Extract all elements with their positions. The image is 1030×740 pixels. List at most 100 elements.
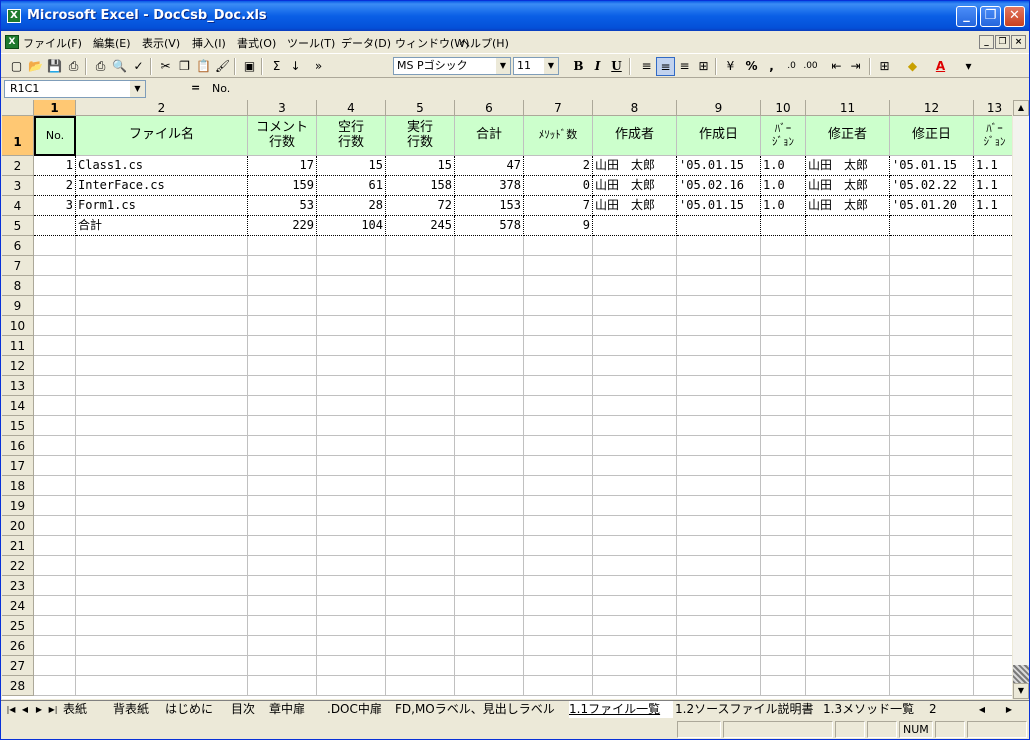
table-cell[interactable]: '05.02.16 [677,176,761,196]
table-header-cell[interactable]: ﾊﾞｰ ｼﾞｮﾝ [974,116,1016,156]
grid-cell[interactable] [76,676,248,696]
grid-cell[interactable] [677,356,761,376]
grid-cell[interactable] [386,316,455,336]
grid-cell[interactable] [593,496,677,516]
grid-cell[interactable] [890,236,974,256]
grid-cell[interactable] [974,436,1016,456]
grid-cell[interactable] [76,456,248,476]
grid-cell[interactable] [677,376,761,396]
grid-cell[interactable] [455,376,524,396]
chevron-down-icon[interactable]: ▼ [130,81,145,97]
grid-cell[interactable] [806,516,890,536]
grid-cell[interactable] [593,656,677,676]
table-cell[interactable]: 578 [455,216,524,236]
row-header[interactable]: 20 [2,516,34,536]
grid-cell[interactable] [524,436,593,456]
grid-cell[interactable] [806,576,890,596]
grid-cell[interactable] [593,516,677,536]
row-header[interactable]: 21 [2,536,34,556]
grid-cell[interactable] [806,236,890,256]
row-header[interactable]: 28 [2,676,34,696]
grid-cell[interactable] [34,476,76,496]
grid-cell[interactable] [761,636,806,656]
grid-cell[interactable] [524,236,593,256]
row-header[interactable]: 25 [2,616,34,636]
grid-cell[interactable] [386,436,455,456]
table-header-cell[interactable]: 合計 [455,116,524,156]
grid-cell[interactable] [890,256,974,276]
grid-cell[interactable] [974,356,1016,376]
grid-cell[interactable] [890,356,974,376]
grid-cell[interactable] [890,576,974,596]
menu-view[interactable]: 表示(V) [142,35,180,51]
grid-cell[interactable] [524,416,593,436]
grid-cell[interactable] [455,436,524,456]
grid-cell[interactable] [974,596,1016,616]
grid-cell[interactable] [34,676,76,696]
grid-cell[interactable] [806,636,890,656]
table-cell[interactable]: 1.0 [761,196,806,216]
grid-cell[interactable] [455,336,524,356]
grid-cell[interactable] [761,236,806,256]
table-cell[interactable]: InterFace.cs [76,176,248,196]
grid-cell[interactable] [677,456,761,476]
grid-cell[interactable] [890,476,974,496]
grid-cell[interactable] [524,336,593,356]
grid-cell[interactable] [248,416,317,436]
doc-close-button[interactable]: × [1011,35,1026,49]
chevron-down-icon[interactable]: ▼ [543,58,558,74]
grid-cell[interactable] [677,496,761,516]
grid-cell[interactable] [593,256,677,276]
grid-cell[interactable] [524,456,593,476]
grid-cell[interactable] [593,616,677,636]
grid-cell[interactable] [317,636,386,656]
grid-cell[interactable] [593,476,677,496]
grid-cell[interactable] [593,576,677,596]
grid-cell[interactable] [76,416,248,436]
column-header[interactable]: 2 [76,100,248,116]
hyperlink-icon[interactable]: ▣ [240,57,259,76]
grid-cell[interactable] [34,656,76,676]
row-header[interactable]: 26 [2,636,34,656]
grid-cell[interactable] [455,516,524,536]
table-cell[interactable]: 17 [248,156,317,176]
grid-cell[interactable] [524,316,593,336]
grid-cell[interactable] [386,536,455,556]
table-cell[interactable]: 山田 太郎 [593,176,677,196]
grid-cell[interactable] [761,396,806,416]
table-cell[interactable]: 104 [317,216,386,236]
grid-cell[interactable] [34,376,76,396]
grid-cell[interactable] [248,316,317,336]
table-header-cell[interactable]: 空行 行数 [317,116,386,156]
grid-cell[interactable] [76,656,248,676]
grid-cell[interactable] [524,256,593,276]
grid-cell[interactable] [761,256,806,276]
print-preview-icon[interactable]: 🔍 [110,57,129,76]
grid-cell[interactable] [677,536,761,556]
grid-cell[interactable] [806,356,890,376]
grid-cell[interactable] [386,376,455,396]
paste-icon[interactable]: 📋 [194,57,213,76]
grid-cell[interactable] [248,456,317,476]
row-header[interactable]: 16 [2,436,34,456]
grid-cell[interactable] [34,596,76,616]
grid-cell[interactable] [248,236,317,256]
grid-cell[interactable] [386,396,455,416]
grid-cell[interactable] [76,516,248,536]
grid-cell[interactable] [455,476,524,496]
new-icon[interactable]: ▢ [7,57,26,76]
grid-cell[interactable] [677,416,761,436]
grid-cell[interactable] [34,236,76,256]
table-cell[interactable]: Form1.cs [76,196,248,216]
row-header[interactable]: 3 [2,176,34,196]
tab-scroll-left-icon[interactable]: ◀ [976,703,988,717]
minimize-button[interactable]: _ [956,6,977,27]
grid-cell[interactable] [248,596,317,616]
save-icon[interactable]: 💾 [45,57,64,76]
row-header[interactable]: 18 [2,476,34,496]
menu-help[interactable]: ヘルプ(H) [459,35,509,51]
sheet-tab[interactable]: 章中扉 [269,701,325,718]
column-header[interactable]: 4 [317,100,386,116]
grid-cell[interactable] [455,556,524,576]
grid-cell[interactable] [761,516,806,536]
